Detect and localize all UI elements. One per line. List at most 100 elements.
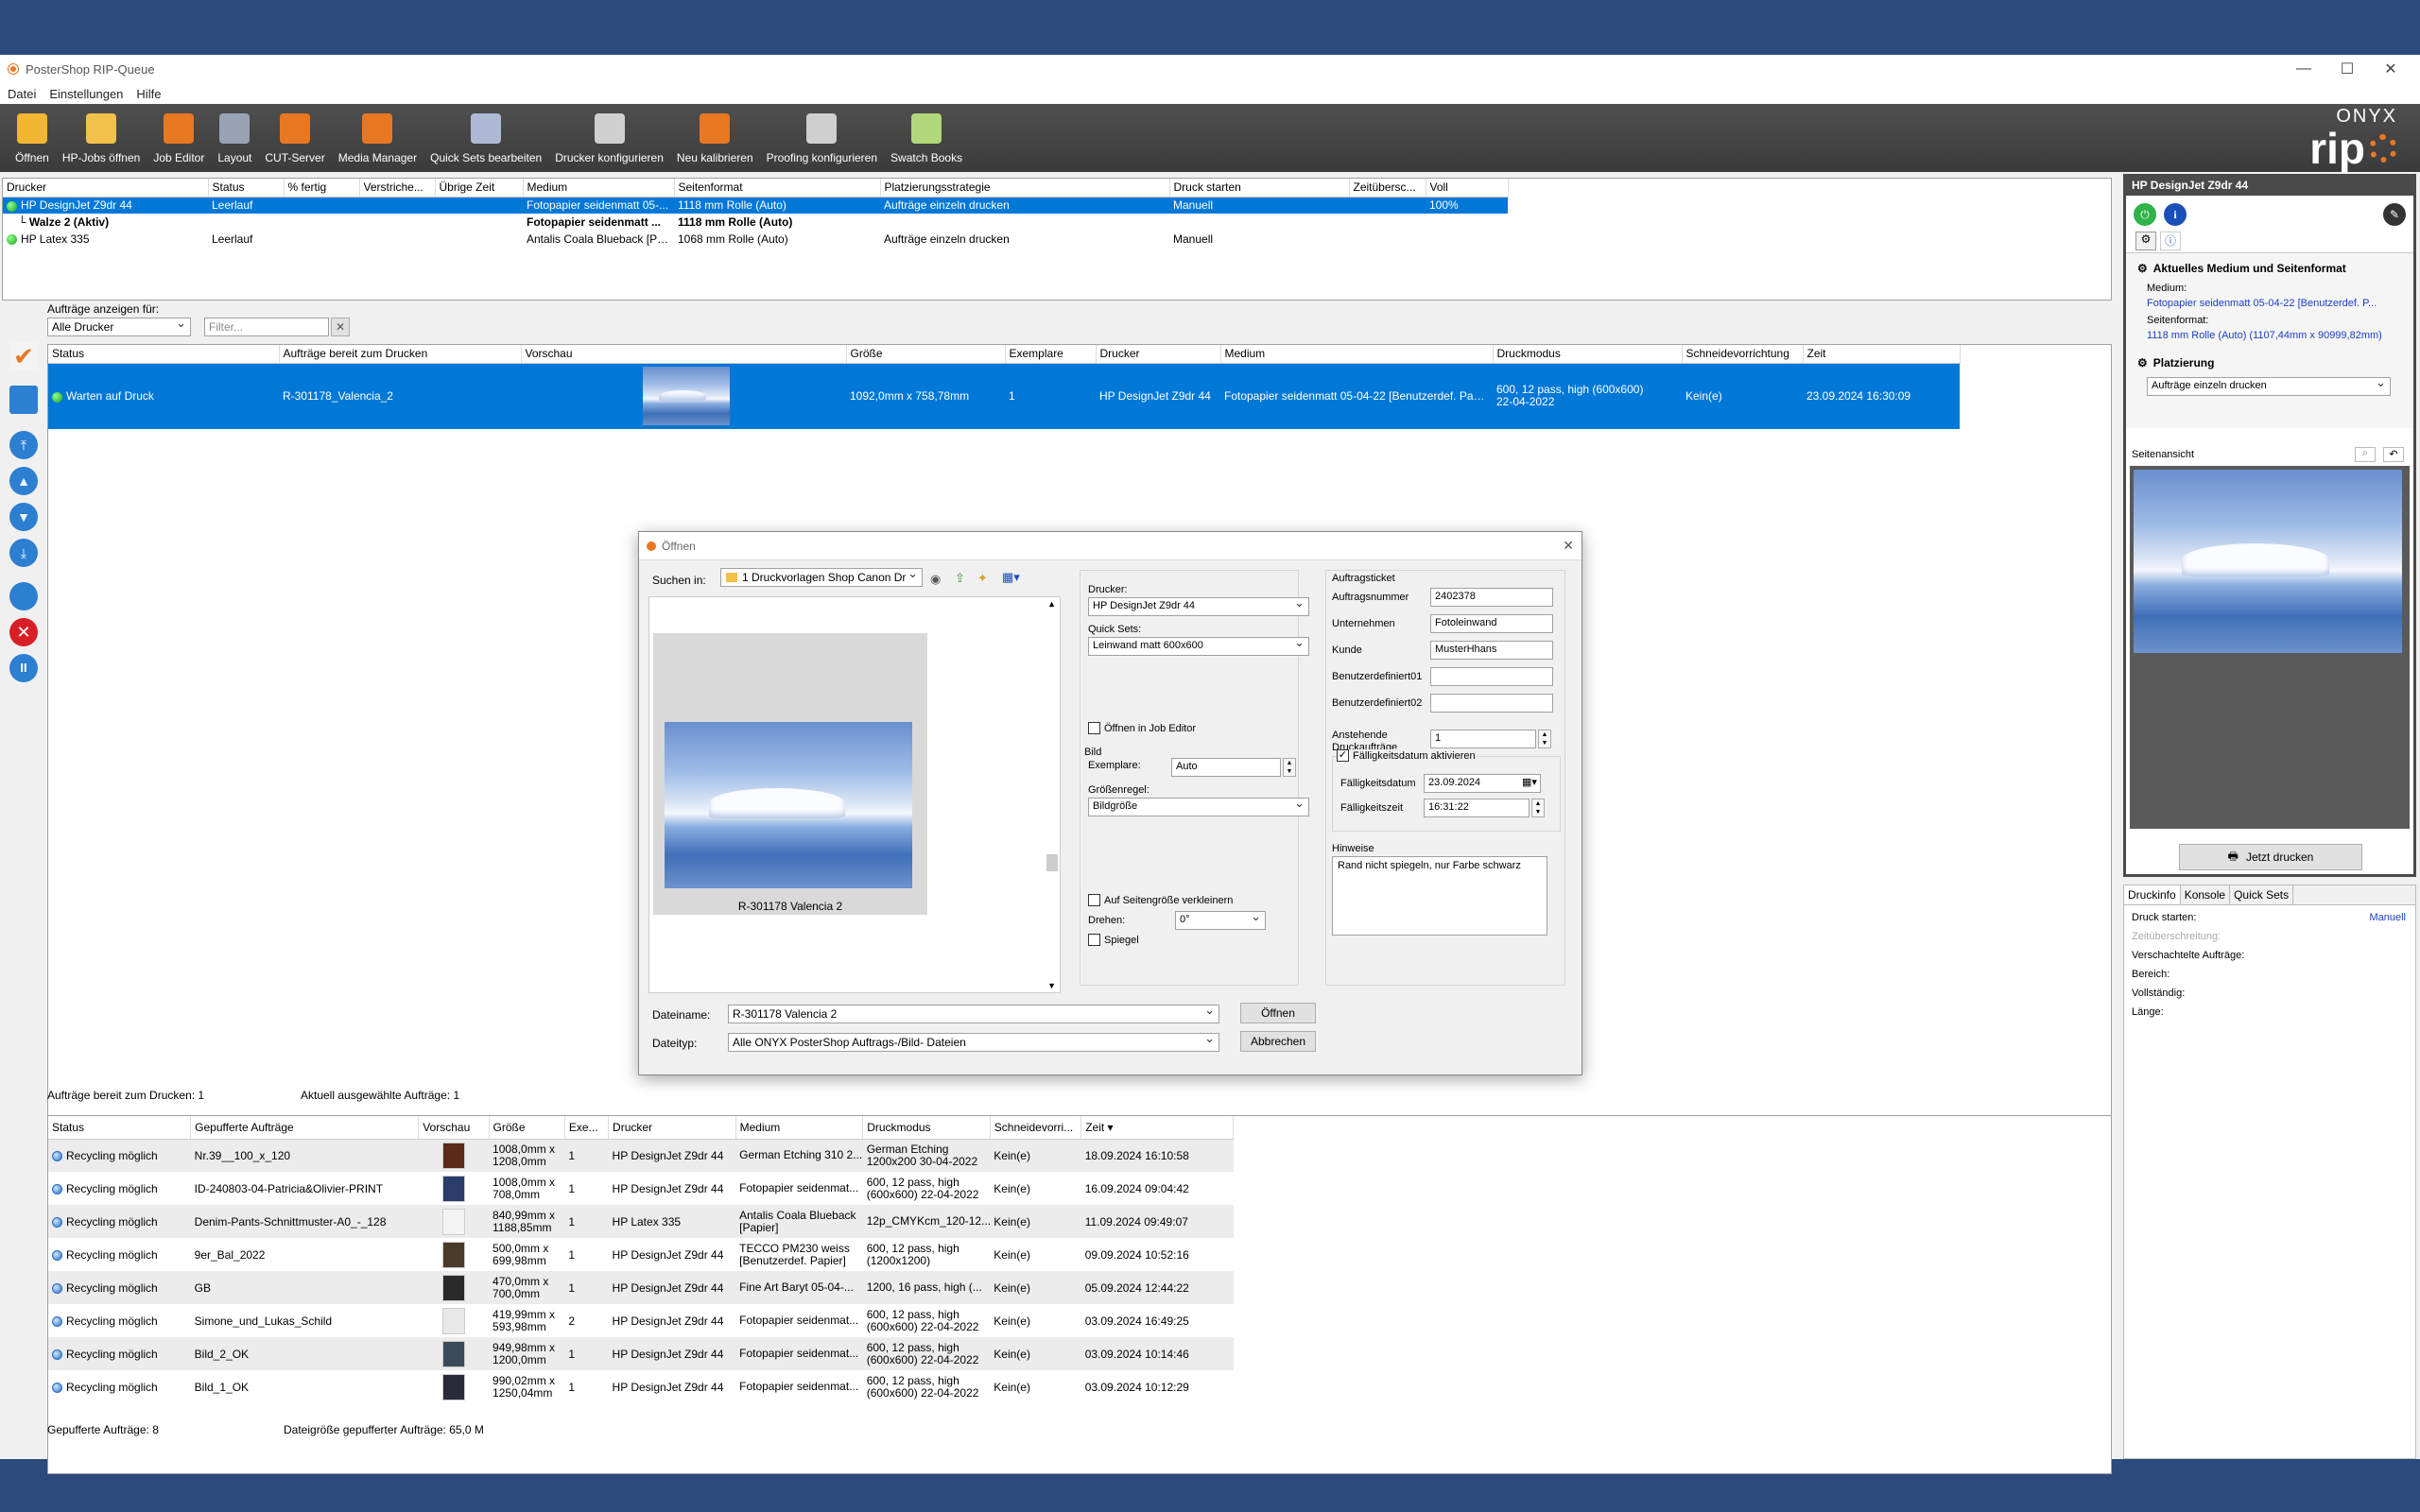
calendar-icon[interactable]: ▦▾ — [1522, 776, 1537, 788]
shrink-checkbox[interactable]: Auf Seitengröße verkleinern — [1088, 894, 1233, 906]
jobs-column-header[interactable]: Schneidevorrichtung — [1682, 345, 1804, 364]
zoom-icon[interactable]: ⌕ — [2355, 447, 2376, 462]
move-up-icon[interactable]: ▲ — [9, 467, 38, 495]
jobs-column-header[interactable]: Aufträge bereit zum Drucken — [279, 345, 522, 364]
check-job-icon[interactable]: ✔ — [9, 342, 38, 370]
info-tab-icon[interactable]: ⓘ — [2160, 232, 2181, 250]
printers-column-header[interactable]: Platzierungsstrategie — [880, 179, 1170, 198]
minimize-button[interactable]: — — [2282, 55, 2325, 83]
due-time-input[interactable]: 16:31:22 — [1424, 799, 1530, 817]
printers-column-header[interactable]: % fertig — [284, 179, 360, 198]
buffered-column-header[interactable]: Zeit ▾ — [1080, 1116, 1234, 1140]
ticket-field-input[interactable] — [1430, 667, 1553, 686]
open-button[interactable]: Öffnen — [1240, 1003, 1316, 1023]
buffered-row[interactable]: Recycling möglich Nr.39__100_x_120 1008,0m… — [48, 1139, 1234, 1172]
toolbar-button-2[interactable]: Job Editor — [147, 113, 210, 172]
printer-filter-select[interactable]: Alle Drucker — [47, 318, 191, 336]
toolbar-button-0[interactable]: Öffnen — [9, 113, 55, 172]
printer-row[interactable]: HP DesignJet Z9dr 44 Leerlauf Fotopapier s… — [3, 197, 1508, 214]
buffered-row[interactable]: Recycling möglich Denim-Pants-Schnittmust… — [48, 1205, 1234, 1238]
rotate-select[interactable]: 0° — [1175, 911, 1266, 930]
menu-hilfe[interactable]: Hilfe — [136, 87, 161, 101]
buffered-column-header[interactable]: Größe — [489, 1116, 565, 1140]
close-button[interactable]: ✕ — [2369, 55, 2412, 83]
new-folder-icon[interactable]: ✦ — [977, 571, 988, 586]
job-row[interactable]: Warten auf Druck R-301178_Valencia_2 1092,… — [48, 363, 1960, 429]
menu-einstellungen[interactable]: Einstellungen — [49, 87, 123, 101]
pending-spinner[interactable]: ▲ ▼ — [1538, 730, 1551, 748]
ticket-field-input[interactable]: 2402378 — [1430, 588, 1553, 607]
ticket-field-input[interactable]: Fotoleinwand — [1430, 614, 1553, 633]
printers-column-header[interactable]: Status — [208, 179, 285, 198]
scroll-down-icon[interactable]: ▼ — [1047, 981, 1056, 990]
jobs-column-header[interactable]: Drucker — [1096, 345, 1221, 364]
quicksets-select[interactable]: Leinwand matt 600x600 — [1088, 637, 1309, 656]
info-icon[interactable]: i — [2164, 203, 2187, 226]
buffered-column-header[interactable]: Medium — [735, 1116, 864, 1140]
jobs-column-header[interactable]: Exemplare — [1005, 345, 1097, 364]
print-now-button[interactable]: 🖶 Jetzt drucken — [2179, 844, 2362, 870]
medium-value[interactable]: Fotopapier seidenmatt 05-04-22 [Benutzer… — [2147, 298, 2411, 309]
buffered-column-header[interactable]: Druckmodus — [862, 1116, 991, 1140]
due-time-spinner[interactable]: ▲ ▼ — [1531, 799, 1545, 817]
placement-select[interactable]: Aufträge einzeln drucken — [2147, 377, 2391, 396]
file-item[interactable]: R-301178 Valencia 2 — [653, 633, 927, 915]
printers-column-header[interactable]: Übrige Zeit — [435, 179, 524, 198]
scroll-up-icon[interactable]: ▲ — [1047, 599, 1056, 609]
move-top-icon[interactable]: ⤒ — [9, 431, 38, 459]
due-enable-checkbox[interactable]: ✓ Fälligkeitsdatum aktivieren — [1337, 749, 1476, 762]
printers-column-header[interactable]: Voll — [1426, 179, 1509, 198]
printer-select[interactable]: HP DesignJet Z9dr 44 — [1088, 597, 1309, 616]
toolbar-button-1[interactable]: HP-Jobs öffnen — [57, 113, 147, 172]
cancel-button[interactable]: Abbrechen — [1240, 1031, 1316, 1052]
toolbar-button-10[interactable]: Swatch Books — [885, 113, 968, 172]
delete-job-icon[interactable]: ✕ — [9, 618, 38, 646]
tab-konsole[interactable]: Konsole — [2181, 885, 2231, 904]
printers-column-header[interactable]: Druck starten — [1169, 179, 1350, 198]
buffered-row[interactable]: Recycling möglich Bild_2_OK 949,98mm x 1200… — [48, 1337, 1234, 1370]
back-icon[interactable]: ◉ — [930, 572, 941, 587]
printers-column-header[interactable]: Verstriche... — [359, 179, 436, 198]
copies-input[interactable]: Auto — [1171, 758, 1281, 777]
buffered-row[interactable]: Recycling möglich ID-240803-04-Patricia&O… — [48, 1172, 1234, 1205]
open-in-editor-checkbox[interactable]: Öffnen in Job Editor — [1088, 722, 1196, 734]
buffered-row[interactable]: Recycling möglich GB 470,0mm x 700,0mm 1 HP D… — [48, 1271, 1234, 1304]
printers-column-header[interactable]: Seitenformat — [674, 179, 881, 198]
up-folder-icon[interactable]: ⇧ — [955, 571, 965, 586]
jobs-column-header[interactable]: Status — [48, 345, 280, 364]
settings-tab-icon[interactable]: ⚙ — [2135, 232, 2156, 250]
buffered-column-header[interactable]: Gepufferte Aufträge — [190, 1116, 420, 1140]
lookin-select[interactable]: 1 Druckvorlagen Shop Canon Dr — [720, 568, 923, 587]
info-start-value[interactable]: Manuell — [2369, 912, 2406, 923]
format-value[interactable]: 1118 mm Rolle (Auto) (1107,44mm x 90999,… — [2147, 330, 2382, 341]
toolbar-button-8[interactable]: Neu kalibrieren — [671, 113, 759, 172]
pause-job-icon[interactable]: II — [9, 654, 38, 682]
edit-printer-icon[interactable]: ✎ — [2383, 203, 2406, 226]
notes-textarea[interactable]: Rand nicht spiegeln, nur Farbe schwarz — [1332, 856, 1547, 936]
jobs-column-header[interactable]: Vorschau — [521, 345, 847, 364]
buffered-column-header[interactable]: Exe... — [564, 1116, 610, 1140]
buffered-column-header[interactable]: Schneidevorri... — [990, 1116, 1082, 1140]
maximize-button[interactable]: ☐ — [2325, 55, 2369, 83]
buffered-column-header[interactable]: Drucker — [608, 1116, 736, 1140]
buffered-column-header[interactable]: Vorschau — [418, 1116, 490, 1140]
dialog-close-button[interactable]: ✕ — [1563, 538, 1574, 554]
jobs-column-header[interactable]: Zeit — [1803, 345, 1961, 364]
copy-job-icon[interactable] — [9, 582, 38, 610]
filetype-select[interactable]: Alle ONYX PosterShop Auftrags-/Bild- Dat… — [728, 1033, 1219, 1052]
move-down-icon[interactable]: ▼ — [9, 503, 38, 531]
toolbar-button-7[interactable]: Drucker konfigurieren — [549, 113, 669, 172]
printers-column-header[interactable]: Medium — [523, 179, 675, 198]
tab-quick-sets[interactable]: Quick Sets — [2230, 885, 2294, 904]
move-bottom-icon[interactable]: ⤓ — [9, 539, 38, 567]
mirror-checkbox[interactable]: Spiegel — [1088, 934, 1139, 946]
buffered-row[interactable]: Recycling möglich 9er_Bal_2022 500,0mm x 69… — [48, 1238, 1234, 1271]
tab-druckinfo[interactable]: Druckinfo — [2124, 885, 2181, 904]
printers-column-header[interactable]: Drucker — [3, 179, 209, 198]
rotate-view-icon[interactable]: ↶ — [2383, 447, 2404, 462]
buffered-row[interactable]: Recycling möglich Bild_1_OK 990,02mm x 1250… — [48, 1370, 1234, 1403]
menu-datei[interactable]: Datei — [8, 87, 36, 101]
filename-input[interactable]: R-301178 Valencia 2 — [728, 1005, 1219, 1023]
buffered-row[interactable]: Recycling möglich Simone_und_Lukas_Schild… — [48, 1304, 1234, 1337]
toolbar-button-6[interactable]: Quick Sets bearbeiten — [424, 113, 547, 172]
